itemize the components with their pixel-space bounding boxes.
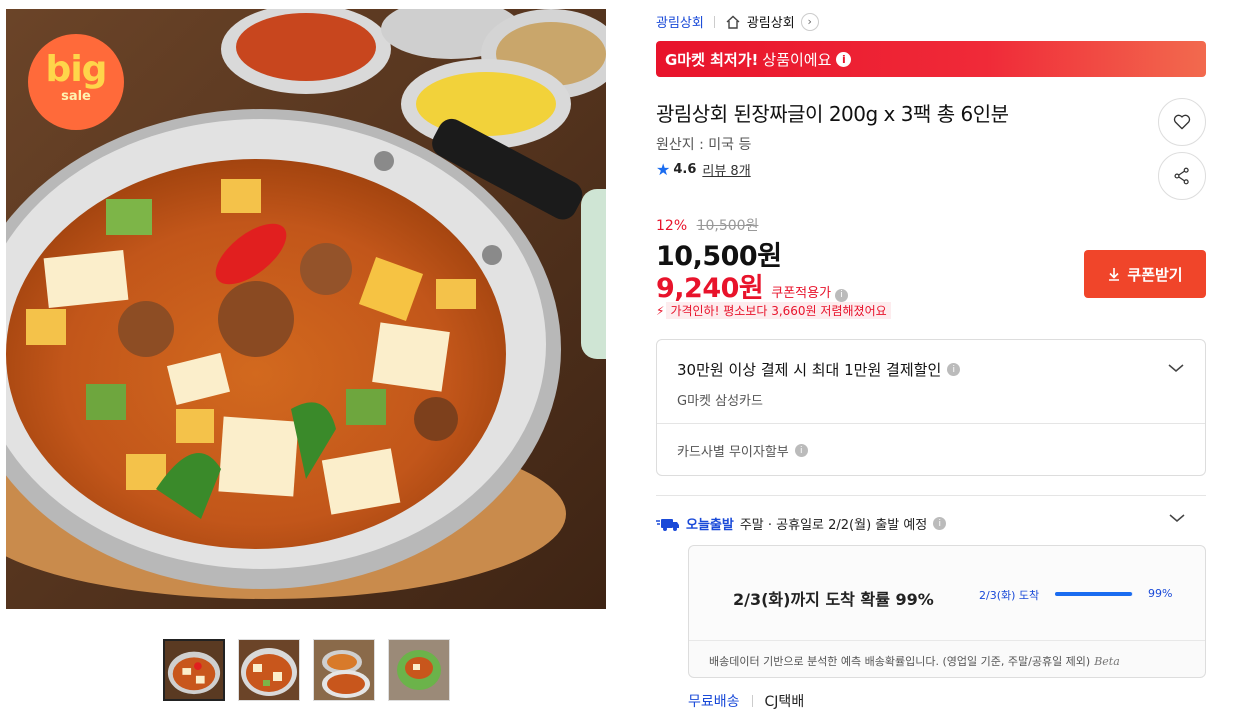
- thumbnail-2[interactable]: [238, 639, 300, 701]
- original-price: 10,500원: [696, 218, 759, 234]
- probability-bar-fill: [1055, 592, 1133, 596]
- chevron-down-icon[interactable]: [1167, 362, 1185, 374]
- thumbnail-strip: [163, 639, 450, 701]
- lowest-price-banner: G마켓 최저가! 상품이에요 i: [656, 41, 1206, 77]
- main-product-image[interactable]: big sale: [6, 9, 606, 609]
- probability-note: 배송데이터 기반으로 분석한 예측 배송확률입니다. (영업일 기준, 주말/공…: [689, 641, 1205, 669]
- get-coupon-button[interactable]: 쿠폰받기: [1084, 250, 1206, 298]
- thumbnail-1[interactable]: [163, 639, 225, 701]
- breadcrumb-divider: [713, 15, 715, 28]
- card-promo-headline-row: 30만원 이상 결제 시 최대 1만원 결제할인 i: [677, 359, 1185, 380]
- discount-row: 12% 10,500원: [656, 215, 758, 235]
- delivery-probability-summary: 2/3(화)까지 도착 확률 99% 2/3(화) 도착 99%: [689, 546, 1205, 641]
- store-link[interactable]: 광림상회: [747, 12, 795, 31]
- installment-label: 카드사별 무이자할부: [677, 445, 789, 460]
- seller-link[interactable]: 광림상회: [656, 12, 704, 31]
- thumbnail-3[interactable]: [313, 639, 375, 701]
- info-icon[interactable]: i: [947, 363, 961, 376]
- card-name: G마켓 삼성카드: [677, 394, 763, 409]
- shipping-row: 오늘출발 주말 · 공휴일로 2/2(월) 출발 예정 i: [656, 514, 1206, 533]
- product-origin: 원산지 : 미국 등: [656, 137, 752, 153]
- star-icon: ★: [656, 160, 671, 179]
- arrive-date-label: 2/3(화) 도착: [979, 589, 1040, 602]
- bolt-icon: ⚡: [656, 303, 665, 318]
- coupon-button-label: 쿠폰받기: [1127, 265, 1183, 284]
- discount-rate: 12%: [656, 218, 688, 234]
- download-icon: [1109, 268, 1120, 281]
- today-dispatch-label: 오늘출발: [686, 518, 734, 533]
- coupon-price-label: 쿠폰적용가: [771, 286, 832, 301]
- big-sale-badge: big sale: [28, 34, 124, 130]
- wishlist-button[interactable]: [1158, 98, 1206, 146]
- info-icon[interactable]: i: [794, 444, 808, 457]
- truck-icon: [656, 518, 679, 531]
- info-icon[interactable]: i: [836, 51, 852, 67]
- badge-line-1: big: [45, 49, 108, 90]
- review-link[interactable]: 리뷰 8개: [702, 160, 750, 179]
- price-drop-note: ⚡ 가격인하! 평소보다 3,660원 저렴해졌어요: [656, 302, 891, 319]
- breadcrumb: 광림상회 광림상회 ›: [656, 12, 819, 31]
- shipping-divider: [751, 695, 753, 707]
- product-rating: ★ 4.6 리뷰 8개: [656, 160, 751, 179]
- beta-label: Beta: [1094, 655, 1120, 668]
- card-promo-headline: 30만원 이상 결제 시 최대 1만원 결제할인: [677, 361, 942, 379]
- coupon-price: 9,240원: [656, 273, 764, 304]
- home-icon: [726, 15, 740, 29]
- heart-icon: [1173, 114, 1191, 130]
- share-icon: [1174, 167, 1189, 185]
- section-divider: [656, 495, 1206, 496]
- share-button[interactable]: [1158, 152, 1206, 200]
- info-icon[interactable]: i: [933, 517, 947, 530]
- probability-bar: [1055, 592, 1133, 596]
- rating-score: 4.6: [673, 162, 697, 177]
- info-icon[interactable]: i: [835, 288, 849, 302]
- chevron-right-icon[interactable]: ›: [800, 12, 819, 31]
- coupon-price-row: 9,240원 쿠폰적용가 i: [656, 266, 849, 305]
- free-shipping-row: 무료배송 CJ택배: [688, 691, 804, 711]
- probability-headline: 2/3(화)까지 도착 확률 99%: [733, 590, 934, 609]
- product-title: 광림상회 된장짜글이 200g x 3팩 총 6인분: [656, 102, 1009, 126]
- dispatch-schedule: 주말 · 공휴일로 2/2(월) 출발 예정: [739, 518, 928, 533]
- probability-percent: 99%: [1148, 587, 1173, 600]
- free-shipping-label: 무료배송: [688, 694, 740, 710]
- banner-strong: G마켓 최저가!: [665, 50, 759, 69]
- price-drop-text: 가격인하! 평소보다 3,660원 저렴해졌어요: [666, 302, 891, 319]
- delivery-probability-box: 2/3(화)까지 도착 확률 99% 2/3(화) 도착 99% 배송데이터 기…: [688, 545, 1206, 678]
- probability-note-text: 배송데이터 기반으로 분석한 예측 배송확률입니다. (영업일 기준, 주말/공…: [709, 655, 1091, 668]
- card-promotion-box: 30만원 이상 결제 시 최대 1만원 결제할인 i G마켓 삼성카드 카드사별…: [656, 339, 1206, 476]
- carrier-name: CJ택배: [764, 694, 805, 710]
- installment-row: 카드사별 무이자할부 i: [657, 424, 1205, 477]
- thumbnail-4[interactable]: [388, 639, 450, 701]
- badge-line-2: sale: [61, 89, 91, 104]
- banner-rest: 상품이에요: [762, 50, 832, 69]
- card-promo-header[interactable]: 30만원 이상 결제 시 최대 1만원 결제할인 i G마켓 삼성카드: [657, 340, 1205, 424]
- chevron-down-icon[interactable]: [1168, 512, 1186, 524]
